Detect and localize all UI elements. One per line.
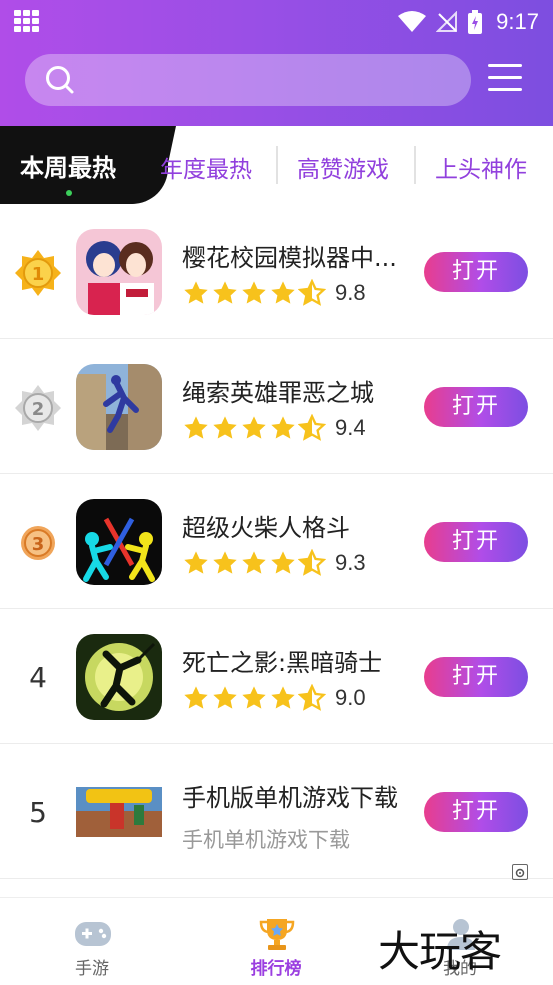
star-icon	[242, 281, 266, 304]
tab-yearly-hot[interactable]: 年度最热	[160, 150, 252, 184]
header-bar: 9:17	[0, 0, 553, 126]
list-item[interactable]: 1 樱花校园模拟器中... 9.8 打开	[0, 204, 553, 339]
tab-label: 本周最热	[20, 154, 116, 182]
bronze-medal-icon: 3	[21, 526, 55, 560]
trophy-icon	[259, 919, 295, 950]
tab-top-liked[interactable]: 高赞游戏	[297, 150, 389, 184]
list-item[interactable]: 3 超级火柴人格斗 9.3 打开	[0, 474, 553, 609]
list-item[interactable]: 4 死亡之影:黑暗骑士 9.0 打开	[0, 609, 553, 744]
svg-text:1: 1	[32, 264, 45, 285]
active-tab-indicator	[66, 190, 72, 196]
silver-medal-icon: 2	[15, 385, 61, 431]
star-icon	[184, 551, 208, 574]
star-icon	[242, 686, 266, 709]
list-item[interactable]: 5 手机版单机游戏下载 手机单机游戏下载 打开	[0, 744, 553, 879]
half-star-icon	[298, 549, 326, 576]
rating-stars: 9.3	[182, 548, 366, 578]
sakura-school-app-icon[interactable]	[76, 229, 162, 315]
app-name: 超级火柴人格斗	[182, 514, 350, 542]
battery-icon	[468, 10, 483, 34]
nav-item-mobile-games[interactable]: 手游	[0, 898, 184, 985]
rank-number: 5	[29, 796, 47, 829]
star-icon	[184, 281, 208, 304]
game-ranking-list: 1 樱花校园模拟器中... 9.8 打开 2 绳索英雄罪恶之城 9.4 打开 3…	[0, 204, 553, 879]
svg-text:3: 3	[32, 534, 45, 555]
nav-item-rankings[interactable]: 排行榜	[184, 898, 368, 985]
star-icon	[271, 416, 295, 439]
tab-weekly-hot[interactable]: 本周最热	[0, 126, 168, 204]
rating-score: 9.4	[335, 415, 366, 440]
star-icon	[184, 416, 208, 439]
app-grid-icon	[14, 10, 40, 32]
star-icon	[242, 416, 266, 439]
search-input[interactable]	[25, 54, 471, 106]
app-name: 绳索英雄罪恶之城	[182, 379, 374, 407]
star-icon	[242, 551, 266, 574]
nav-label: 手游	[75, 959, 109, 979]
star-icon	[213, 686, 237, 709]
shadow-of-death-app-icon[interactable]	[76, 634, 162, 720]
no-signal-icon	[436, 11, 458, 32]
status-indicators: 9:17	[398, 8, 539, 36]
status-time: 9:17	[496, 9, 539, 34]
gold-medal-icon: 1	[15, 250, 61, 296]
app-name: 樱花校园模拟器中...	[182, 244, 397, 272]
rating-stars: 9.8	[182, 278, 366, 308]
rating-score: 9.0	[335, 685, 366, 710]
ranking-tabs: 本周最热 年度最热 高赞游戏 上头神作	[0, 126, 553, 204]
app-name: 死亡之影:黑暗骑士	[182, 649, 383, 677]
open-button[interactable]: 打开	[424, 252, 528, 292]
rating-stars: 9.4	[182, 413, 366, 443]
half-star-icon	[298, 414, 326, 441]
svg-text:2: 2	[32, 399, 45, 420]
rating-score: 9.3	[335, 550, 366, 575]
watermark-logo: 大玩客	[378, 927, 502, 976]
list-item[interactable]: 2 绳索英雄罪恶之城 9.4 打开	[0, 339, 553, 474]
star-icon	[213, 281, 237, 304]
ad-badge-icon[interactable]	[512, 864, 528, 880]
wifi-icon	[398, 11, 427, 32]
tab-divider	[276, 146, 278, 184]
star-icon	[271, 686, 295, 709]
tab-addictive[interactable]: 上头神作	[435, 150, 527, 184]
menu-icon[interactable]	[488, 64, 522, 94]
nav-label: 排行榜	[250, 959, 302, 979]
app-subtitle: 手机单机游戏下载	[182, 828, 350, 852]
half-star-icon	[298, 279, 326, 306]
star-icon	[213, 416, 237, 439]
search-icon	[46, 66, 74, 94]
rating-stars: 9.0	[182, 683, 366, 713]
open-button[interactable]: 打开	[424, 657, 528, 697]
star-icon	[184, 686, 208, 709]
star-icon	[271, 551, 295, 574]
app-name: 手机版单机游戏下载	[182, 784, 398, 812]
subway-surfers-app-icon[interactable]	[76, 769, 162, 855]
open-button[interactable]: 打开	[424, 792, 528, 832]
tab-divider	[414, 146, 416, 184]
rating-score: 9.8	[335, 280, 366, 305]
rank-number: 4	[29, 661, 47, 694]
star-icon	[213, 551, 237, 574]
gamepad-icon	[75, 922, 111, 946]
stickman-fight-app-icon[interactable]	[76, 499, 162, 585]
open-button[interactable]: 打开	[424, 387, 528, 427]
star-icon	[271, 281, 295, 304]
status-bar: 9:17	[0, 0, 553, 44]
half-star-icon	[298, 684, 326, 711]
rope-hero-app-icon[interactable]	[76, 364, 162, 450]
open-button[interactable]: 打开	[424, 522, 528, 562]
